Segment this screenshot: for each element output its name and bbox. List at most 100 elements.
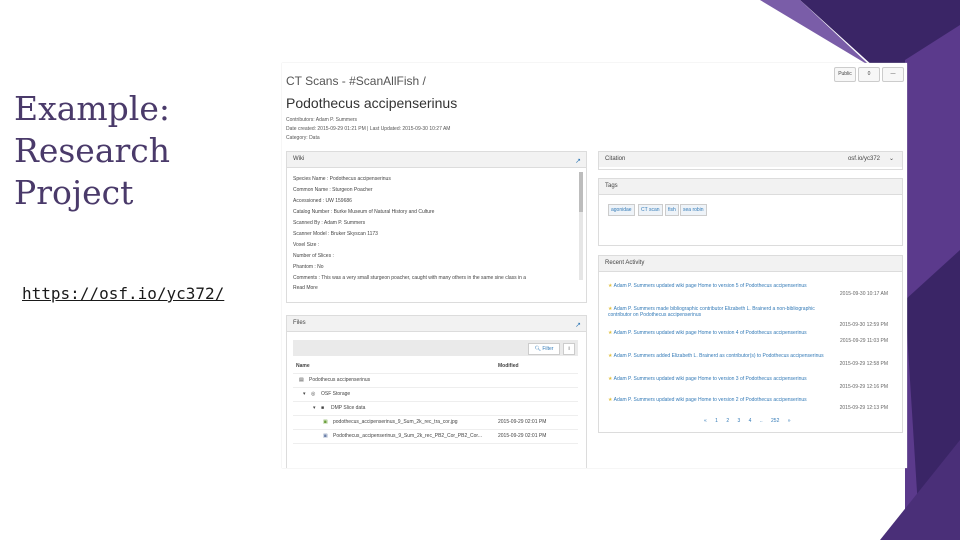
filter-label: Filter [542, 346, 554, 352]
activity-title: Recent Activity [605, 260, 645, 266]
files-panel: Files ↗ 🔍︎ Filter i Name Modified ▤ Podo… [286, 315, 587, 468]
files-column-headers: Name Modified [293, 360, 578, 374]
activity-text[interactable]: Adam P. Summers added Elizabeth L. Brain… [614, 353, 824, 359]
citation-title: Citation [605, 156, 626, 162]
external-link-icon[interactable]: ↗ [575, 154, 581, 169]
file-row[interactable]: ▣ Podothecus_accipenserinus_9_Sum_2k_rec… [293, 430, 578, 444]
file-row[interactable]: ▾ ■ DMP Slice data [293, 402, 578, 416]
chevron-down-icon[interactable]: ▾ [303, 388, 306, 401]
activity-item: ★ Adam P. Summers added Elizabeth L. Bra… [608, 353, 898, 375]
file-icon: ▣ [323, 433, 328, 439]
external-link-icon[interactable]: ↗ [575, 318, 581, 333]
tags-title: Tags [605, 183, 618, 189]
files-header: Files ↗ [287, 316, 586, 332]
activity-item: ★ Adam P. Summers updated wiki page Home… [608, 330, 898, 352]
star-icon: ★ [608, 330, 613, 336]
wiki-line: Species Name : Podothecus accipenserinus [293, 176, 391, 182]
star-icon: ★ [608, 283, 613, 289]
wiki-line: Accessioned : UW 159686 [293, 198, 352, 204]
file-modified: 2015-09-29 02:01 PM [498, 433, 547, 439]
activity-date: 2015-09-29 12:58 PM [839, 361, 888, 367]
file-modified: 2015-09-29 02:01 PM [498, 419, 547, 425]
breadcrumb[interactable]: CT Scans - #ScanAllFish / [286, 74, 426, 88]
wiki-line: Common Name : Sturgeon Poacher [293, 187, 373, 193]
file-name: OSF Storage [321, 391, 351, 397]
files-title: Files [293, 320, 306, 326]
file-name: Podothecus accipenserinus [309, 377, 371, 383]
slide-title-line-1: Example: [14, 89, 170, 128]
star-icon: ★ [608, 397, 613, 403]
fork-count-button[interactable]: 0 [858, 67, 880, 82]
star-icon: ★ [608, 376, 613, 382]
filter-button[interactable]: 🔍︎ Filter [528, 343, 560, 355]
wiki-line: Scanned By : Adam P. Summers [293, 220, 366, 226]
public-button[interactable]: Public [834, 67, 856, 82]
citation-value: osf.io/yc372 [847, 156, 880, 162]
files-toolbar: 🔍︎ Filter i [293, 340, 578, 356]
file-row[interactable]: ▾ ◎ OSF Storage [293, 388, 578, 402]
file-row[interactable]: ▤ Podothecus accipenserinus [293, 374, 578, 388]
wiki-line: Phantom : No [293, 264, 324, 270]
read-more-link[interactable]: Read More [293, 285, 318, 291]
wiki-line: Comments : This was a very small sturgeo… [293, 275, 527, 281]
citation-panel[interactable]: Citation osf.io/yc372 ⌄ [598, 151, 903, 170]
activity-item: ★ Adam P. Summers updated wiki page Home… [608, 397, 898, 419]
activity-item: ★ Adam P. Summers made bibliographic con… [608, 306, 888, 328]
star-icon: ★ [608, 353, 613, 359]
activity-date: 2015-09-30 10:17 AM [839, 291, 888, 297]
activity-item: ★ Adam P. Summers updated wiki page Home… [608, 283, 898, 305]
osf-project-screenshot: CT Scans - #ScanAllFish / Public 0 — Pod… [282, 63, 907, 468]
activity-date: 2015-09-29 12:16 PM [839, 384, 888, 390]
category: Category: Data [286, 135, 320, 141]
file-row[interactable]: ▣ podothecus_accipenserinus_9_Sum_2k_rec… [293, 416, 578, 430]
column-name[interactable]: Name [296, 360, 310, 373]
wiki-line: Voxel Size : [293, 242, 320, 248]
slide-title-line-3: Project [14, 173, 134, 212]
activity-header: Recent Activity [599, 256, 902, 272]
contributors: Contributors: Adam P. Summers [286, 117, 358, 123]
tags-header: Tags [599, 179, 902, 195]
tag[interactable]: CT scan [638, 204, 663, 216]
wiki-line: Number of Slices : [293, 253, 334, 259]
project-link[interactable]: https://osf.io/yc372/ [22, 284, 224, 303]
activity-text[interactable]: Adam P. Summers updated wiki page Home t… [614, 376, 807, 382]
file-name: Podothecus_accipenserinus_9_Sum_2k_rec_P… [333, 433, 482, 439]
wiki-title: Wiki [293, 156, 305, 162]
slide-title: Example: Research Project [14, 88, 214, 214]
activity-text[interactable]: Adam P. Summers updated wiki page Home t… [614, 283, 807, 289]
tag[interactable]: sea robin [680, 204, 707, 216]
tag[interactable]: agonidae [608, 204, 635, 216]
citation-header: Citation osf.io/yc372 ⌄ [599, 152, 902, 167]
image-file-icon: ▣ [323, 419, 328, 425]
folder-icon: ■ [321, 405, 325, 411]
dates: Date created: 2015-09-29 01:21 PM | Last… [286, 126, 451, 132]
info-button[interactable]: i [563, 343, 575, 355]
activity-text[interactable]: Adam P. Summers updated wiki page Home t… [614, 330, 807, 336]
folder-icon: ▤ [299, 377, 304, 383]
project-title: Podothecus accipenserinus [286, 95, 458, 111]
menu-button[interactable]: — [882, 67, 904, 82]
activity-text[interactable]: Adam P. Summers made bibliographic contr… [608, 306, 815, 318]
tag[interactable]: fish [665, 204, 679, 216]
tags-panel: Tags agonidae CT scan fish sea robin [598, 178, 903, 246]
wiki-scrollbar[interactable] [579, 172, 583, 280]
pagination[interactable]: « 1 2 3 4 .. 252 » [704, 418, 791, 424]
filter-icon: 🔍︎ [534, 346, 541, 352]
activity-date: 2015-09-30 12:59 PM [839, 322, 888, 328]
activity-date: 2015-09-29 11:03 PM [840, 338, 888, 344]
slide-title-line-2: Research [14, 131, 171, 170]
file-name: podothecus_accipenserinus_9_Sum_2k_rec_t… [333, 419, 458, 425]
activity-text[interactable]: Adam P. Summers updated wiki page Home t… [614, 397, 807, 403]
wiki-panel: Wiki ↗ Species Name : Podothecus accipen… [286, 151, 587, 303]
wiki-line: Scanner Model : Bruker Skyscan 1173 [293, 231, 378, 237]
column-modified[interactable]: Modified [498, 360, 519, 373]
wiki-line: Catalog Number : Burke Museum of Natural… [293, 209, 435, 215]
recent-activity-panel: Recent Activity ★ Adam P. Summers update… [598, 255, 903, 433]
chevron-down-icon[interactable]: ⌄ [889, 152, 894, 167]
activity-item: ★ Adam P. Summers updated wiki page Home… [608, 376, 898, 398]
chevron-down-icon[interactable]: ▾ [313, 402, 316, 415]
wiki-header: Wiki ↗ [287, 152, 586, 168]
activity-date: 2015-09-29 12:13 PM [839, 405, 888, 411]
storage-icon: ◎ [311, 391, 316, 397]
file-name: DMP Slice data [331, 405, 366, 411]
